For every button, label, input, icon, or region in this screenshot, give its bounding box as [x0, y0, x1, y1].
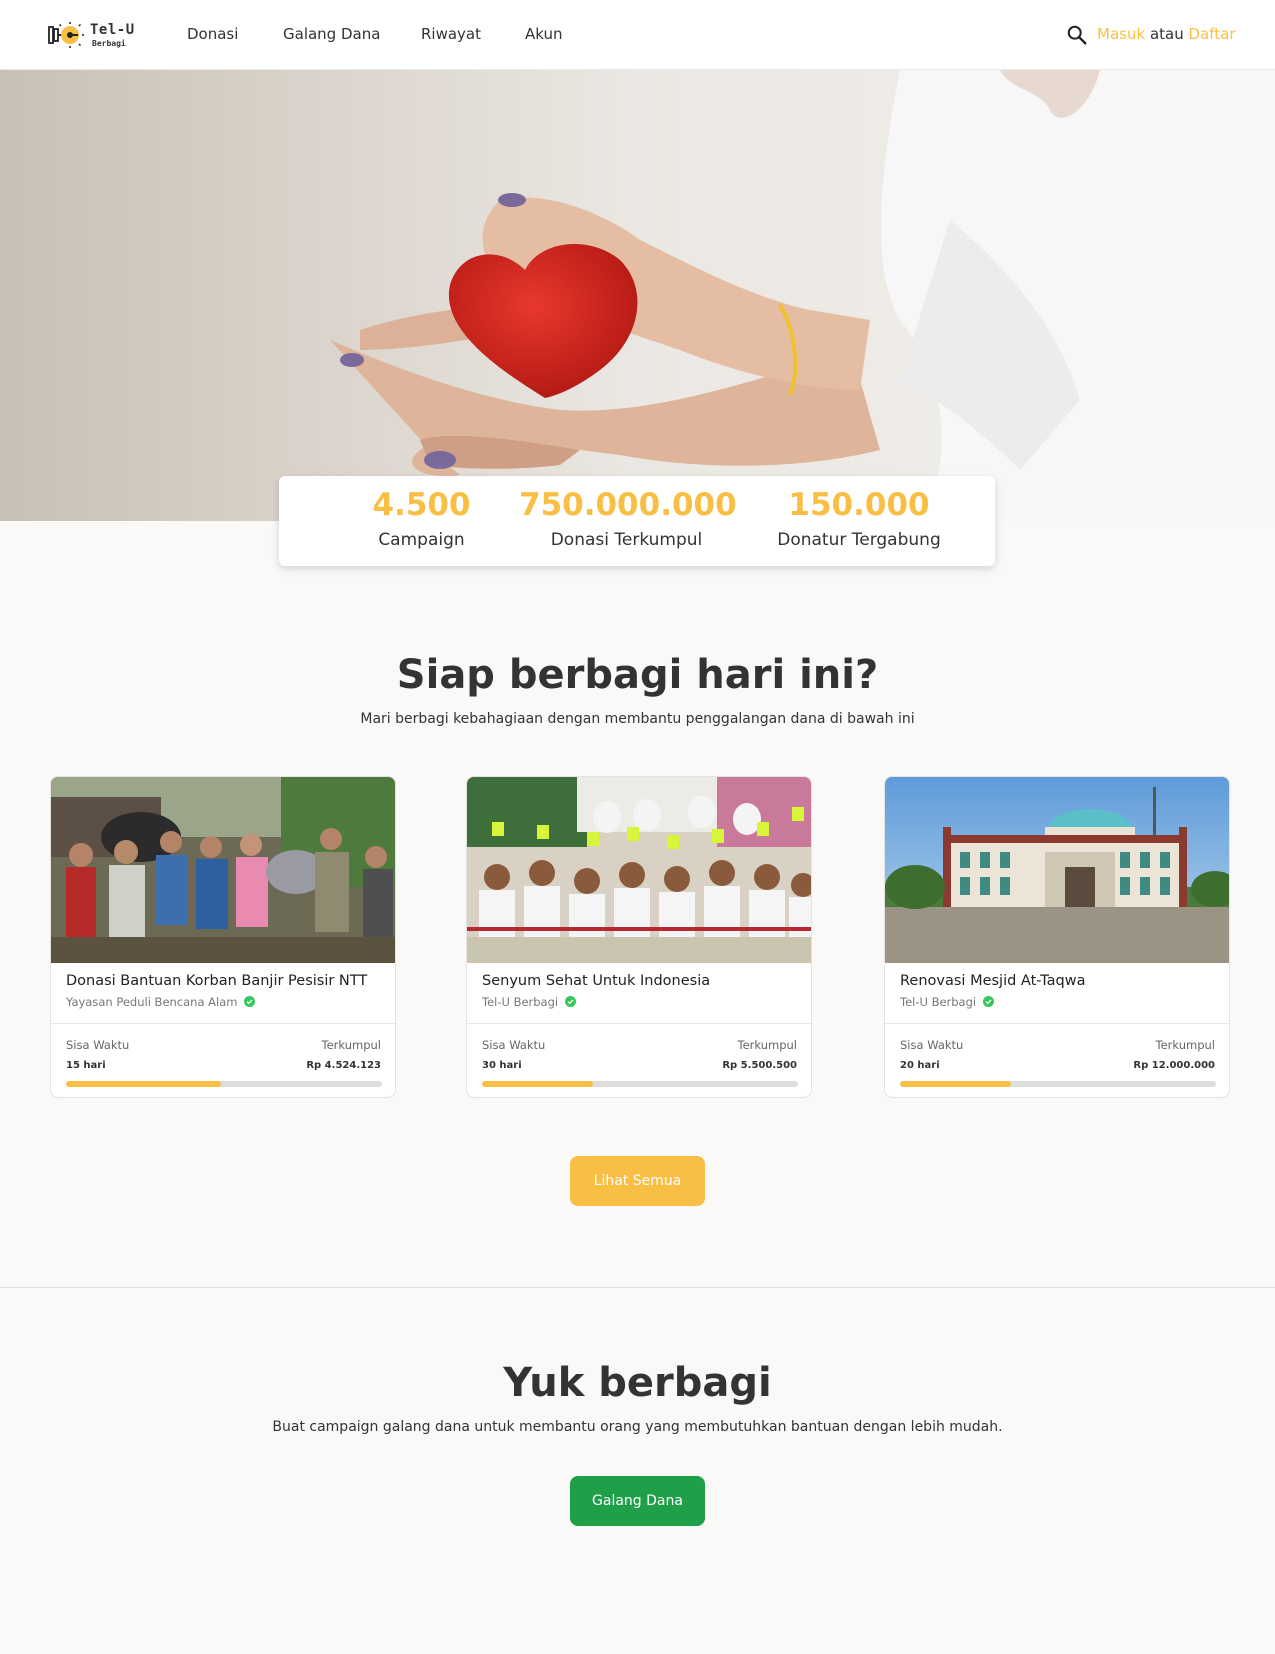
stats-card: 4.500 Campaign 750.000.000 Donasi Terkum…	[279, 476, 995, 566]
auth-links: Masuk atau Daftar	[1097, 25, 1236, 43]
login-link[interactable]: Masuk	[1097, 25, 1145, 43]
stat-value: 750.000.000	[519, 487, 737, 523]
collected-label: Terkumpul	[737, 1038, 797, 1052]
verified-icon	[244, 996, 256, 1007]
logo-subtitle: Berbagi	[92, 39, 126, 48]
time-value: 15 hari	[66, 1060, 106, 1071]
top-navbar: Tel-U Berbagi Donasi Galang Dana Riwayat…	[0, 0, 1275, 70]
progress-fill	[900, 1081, 1011, 1087]
campaign-card[interactable]: Senyum Sehat Untuk Indonesia Tel-U Berba…	[466, 776, 812, 1098]
campaign-organizer: Yayasan Peduli Bencana Alam	[66, 995, 256, 1009]
section-divider	[0, 1287, 1275, 1288]
time-label: Sisa Waktu	[482, 1038, 546, 1052]
stat-campaign: 4.500 Campaign	[339, 487, 504, 550]
stat-label: Donatur Tergabung	[777, 529, 941, 550]
hero-image	[0, 70, 1275, 521]
campaign-title[interactable]: Donasi Bantuan Korban Banjir Pesisir NTT	[66, 973, 367, 989]
stat-value: 150.000	[788, 487, 930, 523]
nav-akun[interactable]: Akun	[525, 25, 563, 43]
galang-dana-button[interactable]: Galang Dana	[570, 1476, 705, 1526]
campaign-organizer: Tel-U Berbagi	[900, 995, 994, 1009]
progress-bar	[66, 1081, 382, 1087]
nav-donasi[interactable]: Donasi	[187, 25, 238, 43]
organizer-name: Tel-U Berbagi	[482, 995, 559, 1009]
stat-label: Campaign	[378, 529, 465, 550]
stat-donasi: 750.000.000 Donasi Terkumpul	[519, 487, 737, 550]
register-link[interactable]: Daftar	[1189, 25, 1236, 43]
campaign-card[interactable]: Renovasi Mesjid At-Taqwa Tel-U Berbagi S…	[884, 776, 1230, 1098]
search-icon[interactable]	[1066, 24, 1088, 46]
time-value: 20 hari	[900, 1060, 940, 1071]
stat-donatur: 150.000 Donatur Tergabung	[749, 487, 969, 550]
time-label: Sisa Waktu	[900, 1038, 964, 1052]
card-divider	[51, 1023, 395, 1024]
campaign-image	[885, 777, 1229, 963]
progress-fill	[66, 1081, 221, 1087]
organizer-name: Yayasan Peduli Bencana Alam	[66, 995, 238, 1009]
campaign-title[interactable]: Renovasi Mesjid At-Taqwa	[900, 973, 1085, 989]
organizer-name: Tel-U Berbagi	[900, 995, 977, 1009]
logo-title: Tel-U	[90, 22, 135, 38]
verified-icon	[982, 996, 994, 1007]
nav-riwayat[interactable]: Riwayat	[421, 25, 481, 43]
card-divider	[885, 1023, 1229, 1024]
progress-bar	[900, 1081, 1216, 1087]
collected-value: Rp 4.524.123	[306, 1060, 381, 1071]
nav-galang-dana[interactable]: Galang Dana	[283, 25, 380, 43]
campaign-image	[51, 777, 395, 963]
stat-value: 4.500	[372, 487, 471, 523]
logo-icon	[48, 22, 84, 48]
campaign-card[interactable]: Donasi Bantuan Korban Banjir Pesisir NTT…	[50, 776, 396, 1098]
progress-fill	[482, 1081, 593, 1087]
stat-label: Donasi Terkumpul	[550, 529, 703, 550]
collected-value: Rp 12.000.000	[1133, 1060, 1215, 1071]
collected-value: Rp 5.500.500	[722, 1060, 797, 1071]
section-subtitle: Mari berbagi kebahagiaan dengan membantu…	[360, 711, 915, 727]
section-title: Siap berbagi hari ini?	[396, 652, 879, 698]
see-all-button[interactable]: Lihat Semua	[570, 1156, 705, 1206]
card-divider	[467, 1023, 811, 1024]
collected-label: Terkumpul	[321, 1038, 381, 1052]
campaign-title[interactable]: Senyum Sehat Untuk Indonesia	[482, 973, 710, 989]
campaign-organizer: Tel-U Berbagi	[482, 995, 576, 1009]
verified-icon	[564, 996, 576, 1007]
progress-bar	[482, 1081, 798, 1087]
cta-subtitle: Buat campaign galang dana untuk membantu…	[272, 1419, 1003, 1435]
auth-separator: atau	[1149, 25, 1184, 43]
campaign-image	[467, 777, 811, 963]
collected-label: Terkumpul	[1155, 1038, 1215, 1052]
cta-title: Yuk berbagi	[503, 1360, 772, 1406]
time-value: 30 hari	[482, 1060, 522, 1071]
logo[interactable]: Tel-U Berbagi	[48, 18, 140, 52]
time-label: Sisa Waktu	[66, 1038, 130, 1052]
